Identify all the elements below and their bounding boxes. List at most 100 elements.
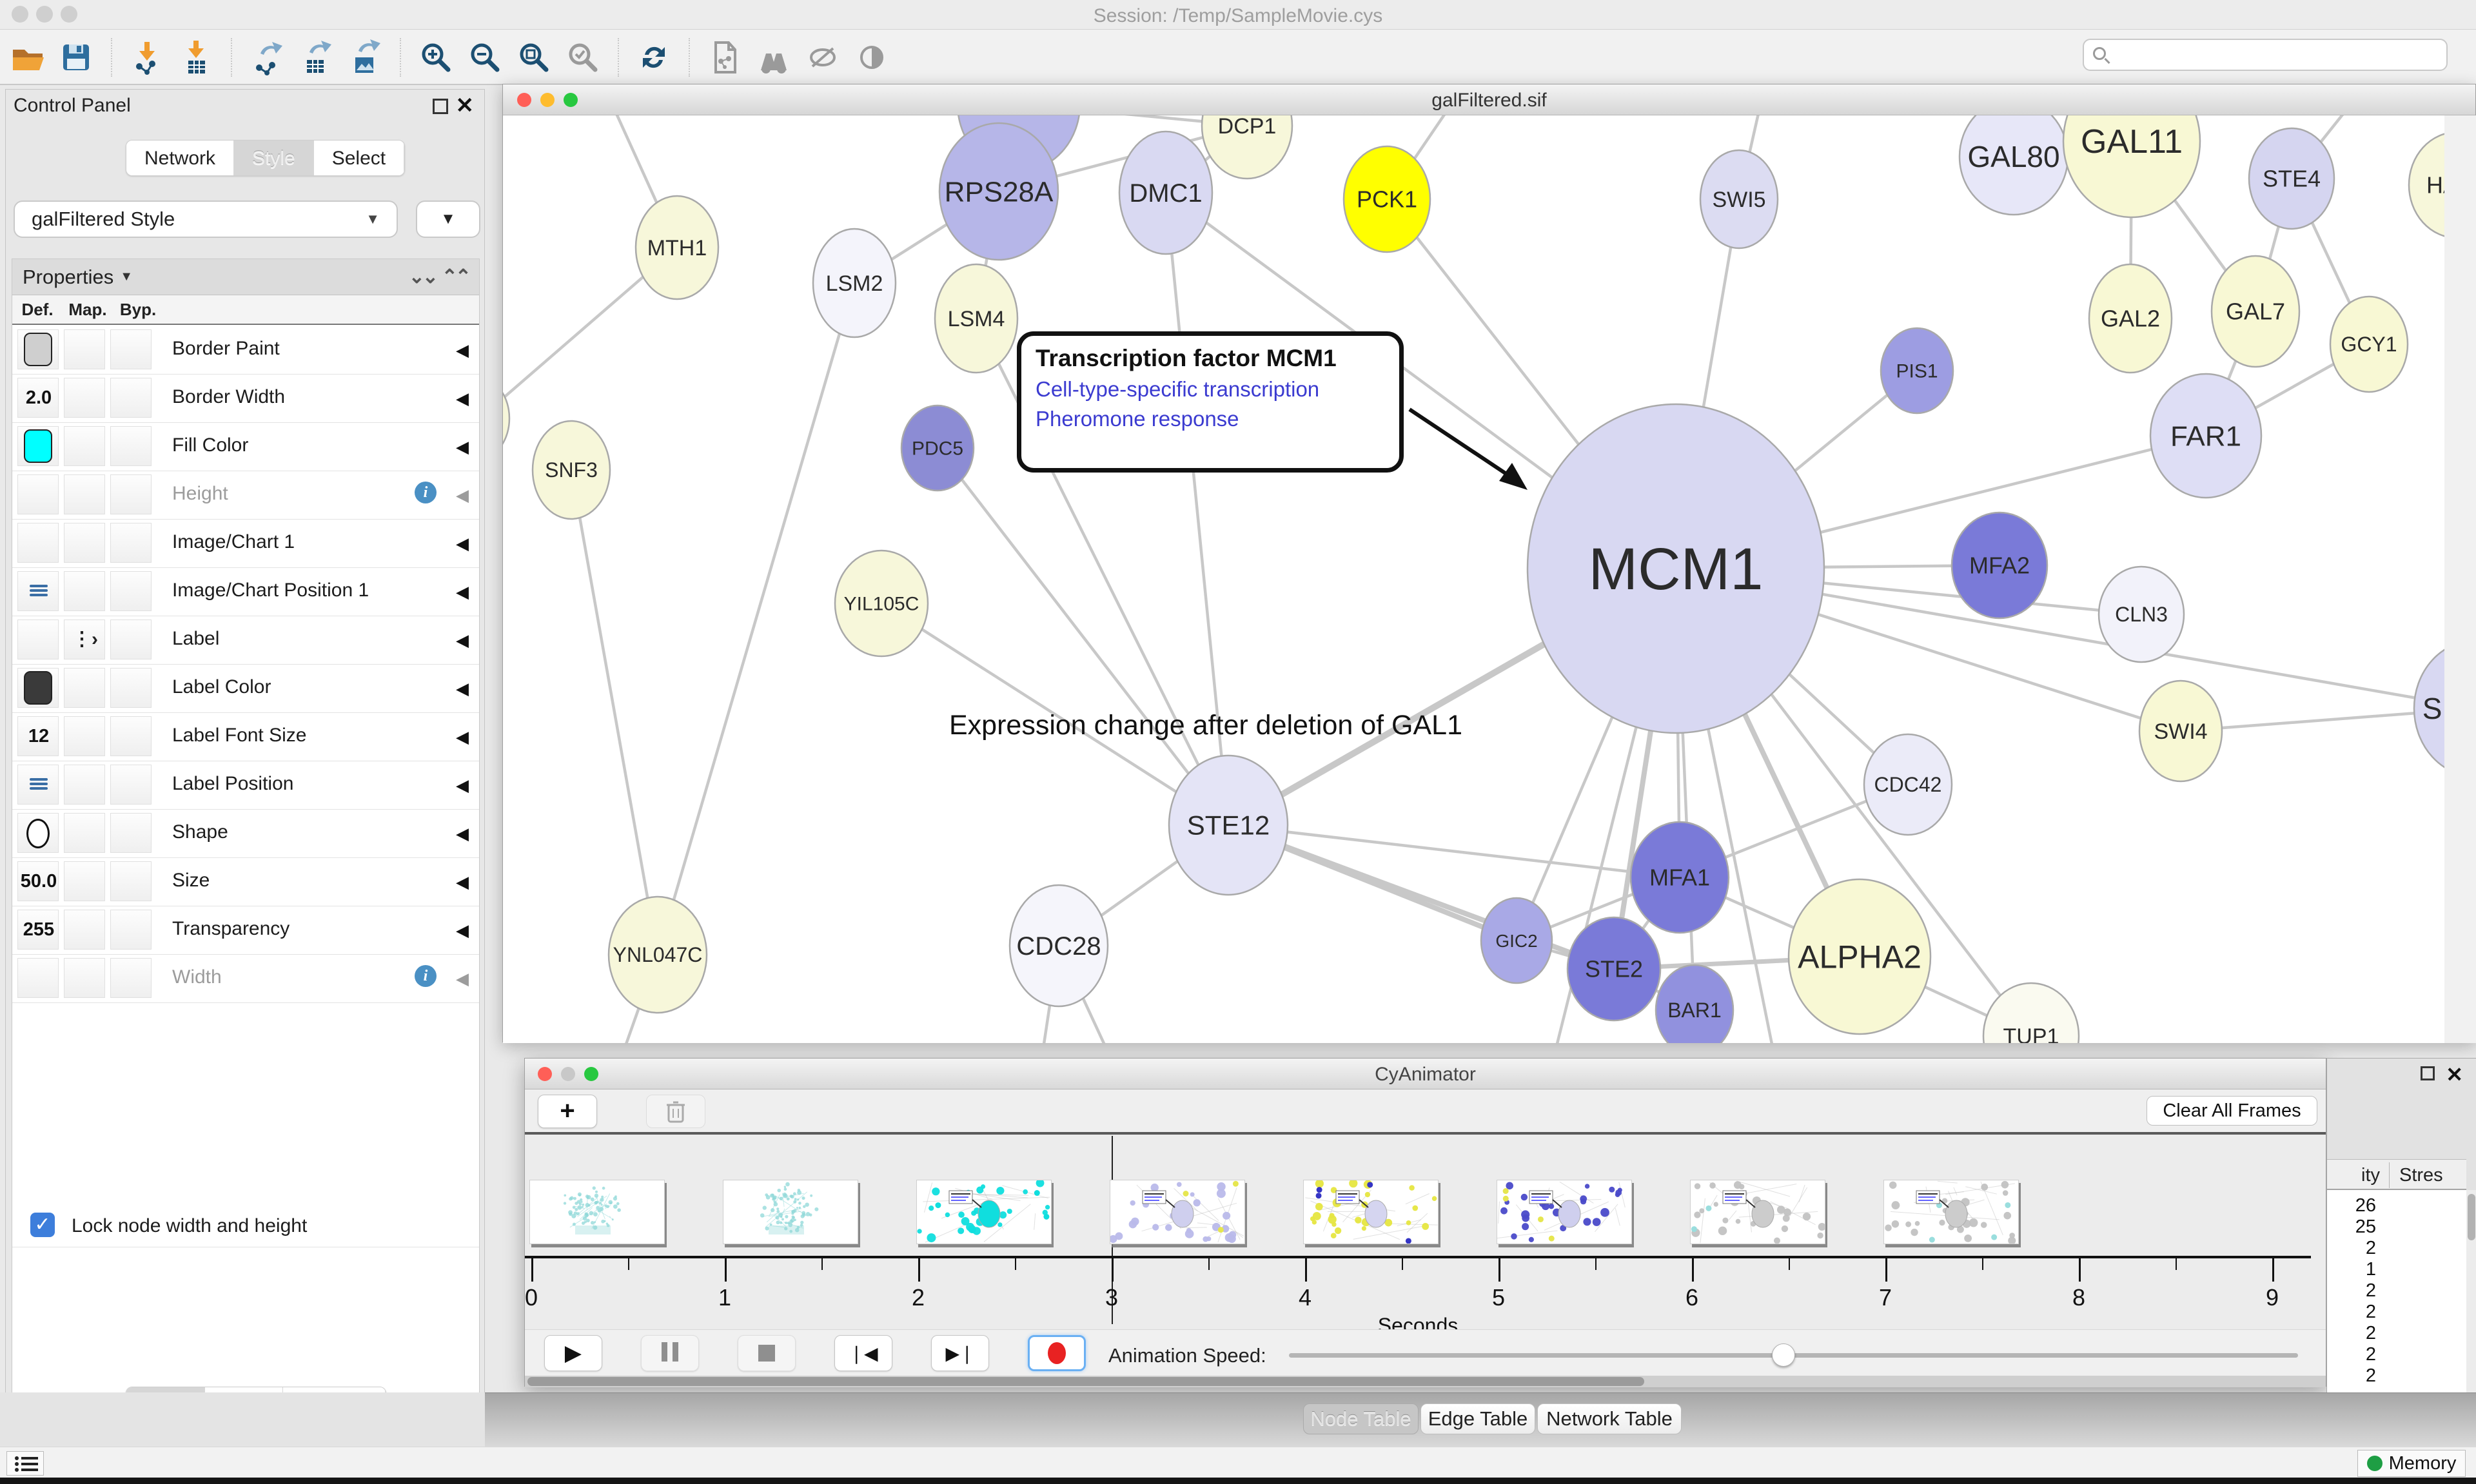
property-row[interactable]: 255Transparency◀	[12, 906, 479, 955]
table-cell-value[interactable]: 25	[2327, 1216, 2376, 1238]
expand-arrow-icon[interactable]: ◀	[456, 776, 469, 796]
default-value-cell[interactable]	[17, 571, 59, 611]
mapping-cell[interactable]	[64, 329, 105, 369]
expand-arrow-icon[interactable]: ◀	[456, 534, 469, 554]
expand-arrow-icon[interactable]: ◀	[456, 340, 469, 360]
export-table-icon[interactable]	[298, 39, 334, 75]
style-options-button[interactable]: ▼	[416, 200, 480, 238]
expand-arrow-icon[interactable]: ◀	[456, 727, 469, 747]
default-value-cell[interactable]	[17, 426, 59, 466]
table-cell-value[interactable]: 2	[2327, 1238, 2376, 1259]
memory-button[interactable]: Memory	[2357, 1450, 2466, 1477]
property-row[interactable]: Widthi◀	[12, 955, 479, 1003]
cyanimator-titlebar[interactable]: CyAnimator	[525, 1059, 2326, 1089]
network-window-titlebar[interactable]: galFiltered.sif	[503, 84, 2475, 115]
bypass-cell[interactable]	[110, 668, 152, 708]
default-value-cell[interactable]: 255	[17, 910, 59, 950]
skip-start-button[interactable]: ❘◀	[834, 1335, 892, 1371]
property-row[interactable]: Label Color◀	[12, 665, 479, 713]
table-scrollbar[interactable]	[2466, 1190, 2476, 1393]
mapping-cell[interactable]	[64, 716, 105, 756]
mapping-cell[interactable]	[64, 861, 105, 901]
save-session-icon[interactable]	[58, 39, 94, 75]
property-row[interactable]: ⋮›Label◀	[12, 616, 479, 665]
property-row[interactable]: Shape◀	[12, 810, 479, 858]
show-details-icon[interactable]	[854, 39, 890, 75]
property-row[interactable]: Image/Chart Position 1◀	[12, 568, 479, 616]
tab-edge-table[interactable]: Edge Table	[1420, 1403, 1535, 1434]
search-windows-icon[interactable]	[756, 39, 792, 75]
expand-arrow-icon[interactable]: ◀	[456, 630, 469, 650]
frame-thumbnail-7[interactable]	[1883, 1180, 2019, 1244]
column-divider[interactable]	[2389, 1162, 2390, 1188]
info-icon[interactable]: i	[415, 482, 437, 503]
clear-all-frames-button[interactable]: Clear All Frames	[2147, 1096, 2317, 1126]
zoom-in-icon[interactable]	[418, 39, 454, 75]
table-cell-value[interactable]: 1	[2327, 1259, 2376, 1280]
import-network-icon[interactable]	[129, 39, 165, 75]
default-value-cell[interactable]: 2.0	[17, 378, 59, 418]
bypass-cell[interactable]	[110, 716, 152, 756]
panel-float-icon[interactable]	[2421, 1066, 2435, 1080]
bypass-cell[interactable]	[110, 474, 152, 514]
import-table-icon[interactable]	[178, 39, 214, 75]
annotation-link[interactable]: Cell-type-specific transcription	[1036, 377, 1385, 402]
expand-arrow-icon[interactable]: ◀	[456, 485, 469, 505]
frame-thumbnail-4[interactable]	[1303, 1180, 1439, 1244]
panel-close-icon[interactable]: ✕	[2446, 1062, 2463, 1087]
property-row[interactable]: Label Position◀	[12, 761, 479, 810]
mapping-cell[interactable]	[64, 378, 105, 418]
annotation-box[interactable]: Transcription factor MCM1 Cell-type-spec…	[1017, 331, 1404, 473]
lock-checkbox[interactable]: ✓	[30, 1213, 55, 1237]
frame-thumbnail-5[interactable]	[1497, 1180, 1632, 1244]
search-input[interactable]	[2115, 43, 2437, 67]
default-value-cell[interactable]	[17, 620, 59, 659]
table-cell-value[interactable]: 2	[2327, 1280, 2376, 1302]
expand-arrow-icon[interactable]: ◀	[456, 679, 469, 699]
panel-close-icon[interactable]: ✕	[456, 96, 475, 115]
zoom-fit-icon[interactable]	[516, 39, 552, 75]
default-value-cell[interactable]	[17, 523, 59, 563]
info-icon[interactable]: i	[415, 965, 437, 987]
frame-thumbnail-2[interactable]	[916, 1180, 1052, 1244]
table-cell-value[interactable]: 26	[2327, 1195, 2376, 1216]
network-edge[interactable]	[658, 283, 854, 955]
property-row[interactable]: Image/Chart 1◀	[12, 520, 479, 568]
network-canvas[interactable]: DCP1RPS28ADMC1PCK1SWI5GAL80GAL11STE4HAP2…	[503, 115, 2476, 1043]
tab-style[interactable]: Style	[234, 141, 314, 176]
expand-arrow-icon[interactable]: ◀	[456, 969, 469, 989]
property-row[interactable]: 50.0Size◀	[12, 858, 479, 906]
network-node-LEFTCUT[interactable]	[503, 378, 509, 458]
network-edge[interactable]	[938, 448, 1228, 825]
tab-network-table[interactable]: Network Table	[1537, 1403, 1682, 1434]
task-history-button[interactable]	[6, 1451, 44, 1476]
zoom-out-icon[interactable]	[467, 39, 503, 75]
annotation-link[interactable]: Pheromone response	[1036, 407, 1385, 431]
mapping-cell[interactable]	[64, 765, 105, 805]
hide-details-icon[interactable]	[805, 39, 841, 75]
bypass-cell[interactable]	[110, 765, 152, 805]
refresh-layout-icon[interactable]	[636, 39, 672, 75]
frame-thumbnail-6[interactable]	[1690, 1180, 1825, 1244]
speed-slider-knob[interactable]	[1772, 1343, 1795, 1367]
search-box[interactable]	[2083, 39, 2448, 71]
expand-arrow-icon[interactable]: ◀	[456, 582, 469, 602]
tab-network[interactable]: Network	[126, 141, 234, 176]
table-cell-value[interactable]: 2	[2327, 1323, 2376, 1344]
default-value-cell[interactable]	[17, 765, 59, 805]
mapping-cell[interactable]: ⋮›	[64, 620, 105, 659]
default-value-cell[interactable]	[17, 329, 59, 369]
mapping-cell[interactable]	[64, 910, 105, 950]
properties-header[interactable]: Properties ▼ ⌄⌄ ⌃⌃	[12, 259, 479, 295]
bypass-cell[interactable]	[110, 910, 152, 950]
column-header[interactable]: ity	[2327, 1165, 2380, 1186]
default-value-cell[interactable]: 50.0	[17, 861, 59, 901]
table-cell-value[interactable]: 2	[2327, 1302, 2376, 1323]
expand-collapse-icons[interactable]: ⌄⌄ ⌃⌃	[409, 266, 469, 288]
table-scrollbar-thumb[interactable]	[2468, 1194, 2475, 1240]
panel-float-icon[interactable]	[433, 99, 448, 114]
bypass-cell[interactable]	[110, 523, 152, 563]
stop-button[interactable]	[738, 1335, 796, 1371]
expand-arrow-icon[interactable]: ◀	[456, 389, 469, 409]
zoom-selected-icon[interactable]	[565, 39, 601, 75]
